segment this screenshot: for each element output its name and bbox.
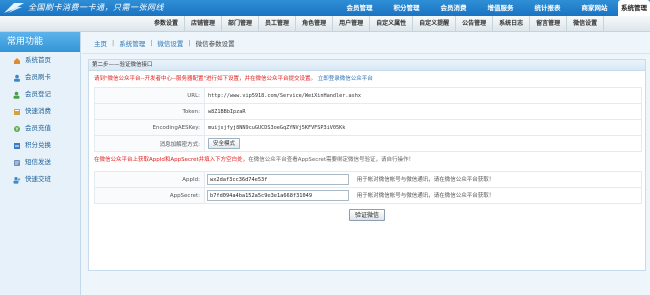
wechat-verify-panel: 第二步——验证微信接口 请到"微信公众平台--开发者中心--服务器配置"进行如下… <box>88 59 646 271</box>
appid-notice: 在微信公众平台上获取AppId和AppSecret并填入下方空白处，在微信公众平… <box>89 152 645 169</box>
appsecret-input[interactable]: b7fd094a4ba152a5c9e3e1a668f31049 <box>207 190 349 201</box>
breadcrumb-separator: | <box>188 38 191 47</box>
appid-notice-gray: 在微信公众平台查看AppSecret需要绑定微信号验证，请自行操作！ <box>248 157 415 163</box>
appid-label: AppId: <box>94 171 205 188</box>
token-label: Token: <box>94 103 205 120</box>
url-value: http://www.vip5918.com/Service/WeiXinHan… <box>208 92 362 99</box>
server-config-notice: 请到"微信公众平台--开发者中心--服务器配置"进行如下设置，并在微信公众平台提… <box>89 71 645 87</box>
nav-member-management[interactable]: 会员管理 <box>336 0 383 16</box>
sidebar-item-recharge[interactable]: ¥ 会员充值 <box>0 120 80 137</box>
nav-value-added-services[interactable]: 增值服务 <box>477 0 524 16</box>
table-row: AppSecret: b7fd094a4ba152a5c9e3e1a668f31… <box>94 187 642 204</box>
home-icon <box>14 57 20 64</box>
table-row: AppId: wx2daf3cc36d74e53f 用于帐对微信帐号与微信通讯，… <box>94 171 642 188</box>
server-config-table: URL: http://www.vip5918.com/Service/WeiX… <box>94 87 642 152</box>
appsecret-hint: 用于帐对微信帐号与微信通讯，请在微信公众平台获取！ <box>356 193 495 199</box>
breadcrumb-wechat-settings[interactable]: 微信设置 <box>157 38 183 48</box>
subnav-custom-attributes[interactable]: 自定义属性 <box>370 16 414 32</box>
encrypt-mode-label: 消息加解密方式: <box>94 135 205 152</box>
app-credentials-table: AppId: wx2daf3cc36d74e53f 用于帐对微信帐号与微信通讯，… <box>94 171 642 204</box>
subnav-parameter-settings[interactable]: 参数设置 <box>148 16 186 32</box>
sidebar-item-label: 会员刷卡 <box>25 73 51 81</box>
slogan: 全国刷卡消费一卡通，只需一张网线 <box>28 3 164 12</box>
subnav-role-management[interactable]: 角色管理 <box>296 16 334 32</box>
url-label: URL: <box>94 87 205 104</box>
subnav-department-management[interactable]: 部门管理 <box>222 16 260 32</box>
appsecret-label: AppSecret: <box>94 187 205 204</box>
logo-icon <box>4 3 24 13</box>
nav-system-management[interactable]: 系统管理 <box>618 0 650 16</box>
shift-handover-icon <box>13 176 21 184</box>
subnav-store-management[interactable]: 店铺管理 <box>185 16 223 32</box>
sidebar-item-home[interactable]: 系统首页 <box>0 52 80 69</box>
sidebar: 常用功能 系统首页 会员刷卡 会员登记 快速消费 ¥ 会员充值 积分兑换 短信发… <box>0 32 81 295</box>
breadcrumb: 主页 | 系统管理 | 微信设置 | 微信参数设置 <box>82 32 650 54</box>
aes-key-label: EncodingAESKey: <box>94 119 205 136</box>
svg-text:¥: ¥ <box>15 127 18 133</box>
table-row: EncodingAESKey: muijsjfyj8NN9cuGUCDS3oeG… <box>94 119 642 136</box>
sidebar-item-quick-consume[interactable]: 快速消费 <box>0 103 80 120</box>
login-wechat-platform-link[interactable]: 立即登录微信公众平台 <box>318 76 373 82</box>
breadcrumb-current: 微信参数设置 <box>195 39 235 48</box>
subnav-system-log[interactable]: 系统日志 <box>493 16 531 32</box>
sidebar-item-label: 积分兑换 <box>25 141 51 149</box>
table-row: URL: http://www.vip5918.com/Service/WeiX… <box>94 87 642 104</box>
sidebar-item-sms[interactable]: 短信发送 <box>0 154 80 171</box>
appid-hint: 用于帐对微信帐号与微信通讯，请在微信公众平台获取！ <box>356 177 495 183</box>
sms-icon <box>14 159 20 166</box>
top-banner: 全国刷卡消费一卡通，只需一张网线 会员管理 积分管理 会员消费 增值服务 统计报… <box>0 0 650 16</box>
breadcrumb-separator: | <box>150 38 153 47</box>
aes-key-value: muijsjfyj8NN9cuGUCDS3oeGqZYNVj5KFVFSP3iV… <box>208 124 346 131</box>
subnav-user-management[interactable]: 用户管理 <box>333 16 371 32</box>
sidebar-item-shift-handover[interactable]: 快速交班 <box>0 171 80 188</box>
notice-text: 请到"微信公众平台--开发者中心--服务器配置"进行如下设置，并在微信公众平台提… <box>94 76 317 82</box>
submit-row: 验证微信 <box>89 209 645 221</box>
subnav-announcement-management[interactable]: 公告管理 <box>456 16 494 32</box>
sub-nav: 参数设置 店铺管理 部门管理 员工管理 角色管理 用户管理 自定义属性 自定义提… <box>0 16 650 32</box>
nav-points-management[interactable]: 积分管理 <box>383 0 430 16</box>
token-value: w8Z1BBbIpzaR <box>208 108 246 115</box>
subnav-custom-reminders[interactable]: 自定义提醒 <box>413 16 457 32</box>
sidebar-item-label: 快速消费 <box>25 107 51 115</box>
sidebar-item-label: 系统首页 <box>25 56 51 64</box>
subnav-wechat-settings[interactable]: 微信设置 <box>567 16 605 32</box>
quick-consume-icon <box>14 108 20 115</box>
breadcrumb-system-management[interactable]: 系统管理 <box>119 38 145 48</box>
points-exchange-icon <box>14 142 20 149</box>
breadcrumb-separator: | <box>112 38 115 47</box>
table-row: 消息加解密方式: 安全模式 <box>94 135 642 152</box>
sidebar-item-label: 会员充值 <box>25 124 51 132</box>
recharge-icon: ¥ <box>14 125 20 133</box>
sidebar-title: 常用功能 <box>0 32 80 52</box>
sidebar-item-label: 会员登记 <box>25 90 51 98</box>
verify-wechat-button[interactable]: 验证微信 <box>348 209 385 221</box>
member-register-icon <box>13 91 20 99</box>
subnav-staff-management[interactable]: 员工管理 <box>259 16 297 32</box>
main-content: 主页 | 系统管理 | 微信设置 | 微信参数设置 第二步——验证微信接口 请到… <box>82 32 650 295</box>
sidebar-item-points-exchange[interactable]: 积分兑换 <box>0 137 80 154</box>
sidebar-item-member-register[interactable]: 会员登记 <box>0 86 80 103</box>
table-row: Token: w8Z1BBbIpzaR <box>94 103 642 120</box>
sidebar-item-label: 快速交班 <box>25 175 51 183</box>
nav-member-consumption[interactable]: 会员消费 <box>430 0 477 16</box>
sidebar-item-member-card[interactable]: 会员刷卡 <box>0 69 80 86</box>
breadcrumb-home[interactable]: 主页 <box>94 38 107 48</box>
member-card-icon <box>14 74 20 82</box>
nav-statistics-reports[interactable]: 统计报表 <box>524 0 571 16</box>
appid-notice-red: 在微信公众平台上获取AppId和AppSecret并填入下方空白处， <box>94 157 249 163</box>
subnav-message-management[interactable]: 留言管理 <box>530 16 568 32</box>
encrypt-mode-button[interactable]: 安全模式 <box>208 138 241 149</box>
nav-merchant-website[interactable]: 商家网站 <box>571 0 618 16</box>
panel-title: 第二步——验证微信接口 <box>89 60 645 71</box>
main-nav: 会员管理 积分管理 会员消费 增值服务 统计报表 商家网站 系统管理 <box>336 0 650 16</box>
sidebar-item-label: 短信发送 <box>25 158 51 166</box>
appid-input[interactable]: wx2daf3cc36d74e53f <box>207 174 349 185</box>
